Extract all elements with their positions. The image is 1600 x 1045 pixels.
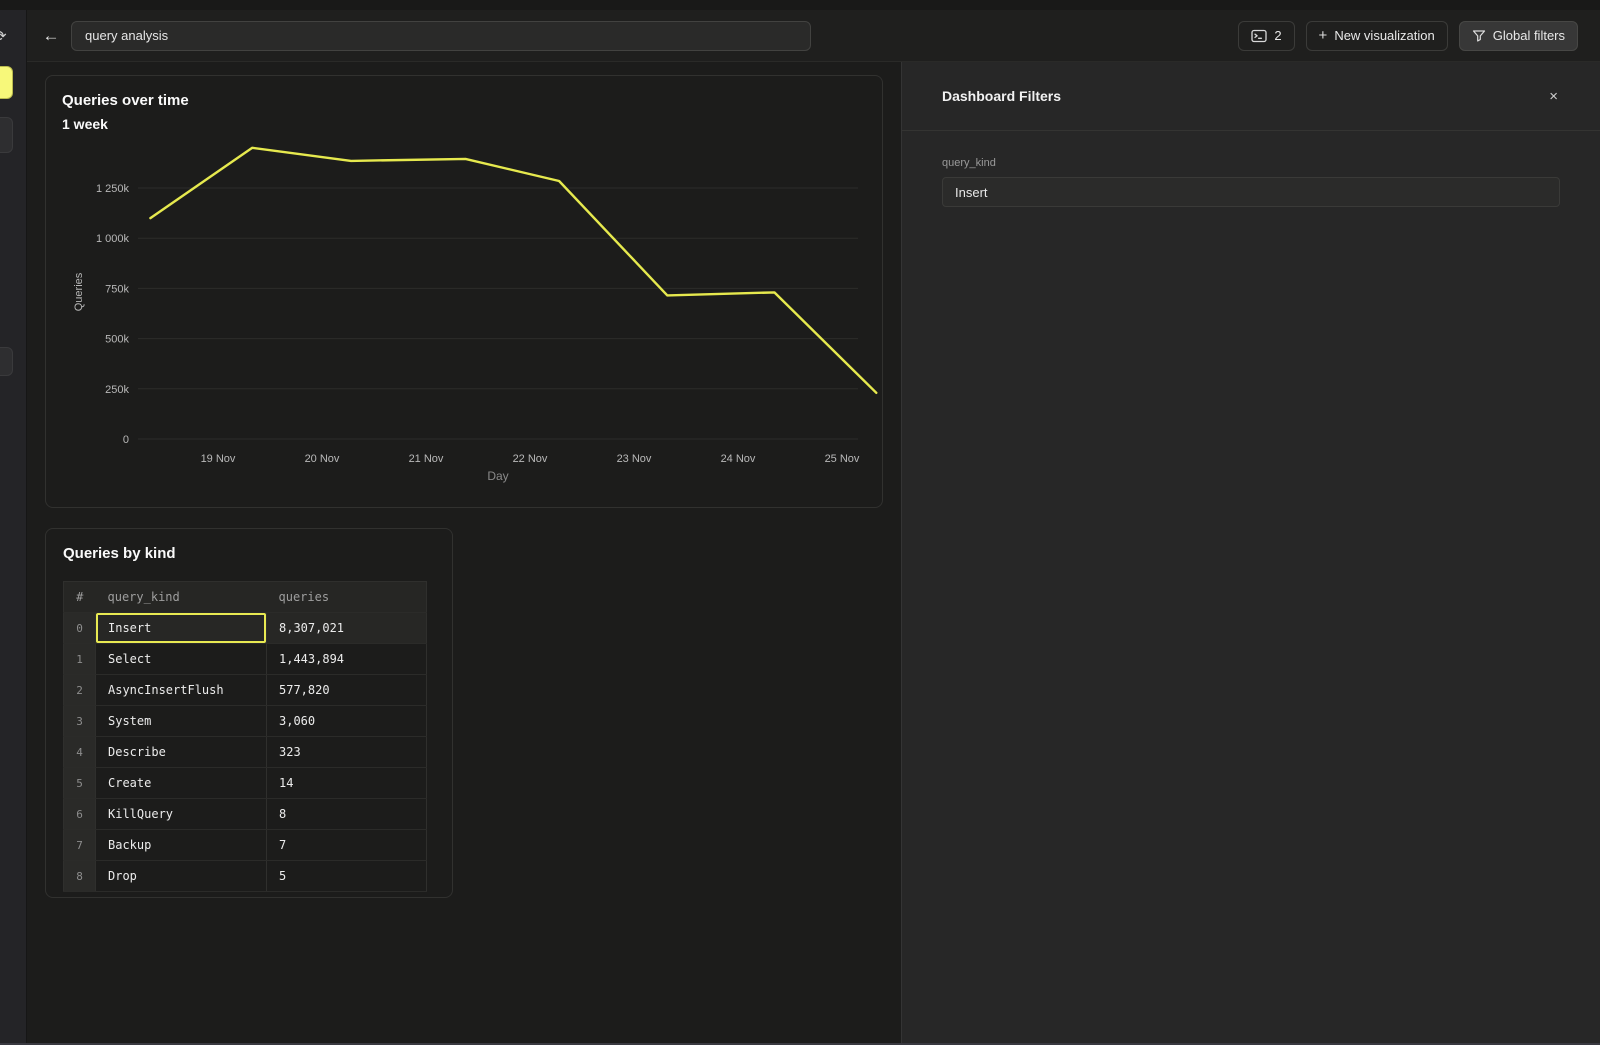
close-icon: × [1549,88,1558,105]
query-kind-cell[interactable]: Backup [96,830,267,861]
row-index-cell[interactable]: 7 [64,830,96,861]
new-visualization-label: New visualization [1334,28,1434,43]
row-index-cell[interactable]: 3 [64,706,96,737]
rail-header: ⟳ [0,10,26,62]
query-kind-filter-label: query_kind [942,157,1560,169]
sql-console-button[interactable]: 2 [1238,21,1294,51]
query-kind-filter-input[interactable] [942,177,1560,207]
global-filters-label: Global filters [1493,28,1565,43]
x-axis-tick-label: 19 Nov [201,453,236,465]
row-index-cell[interactable]: 2 [64,675,96,706]
queries-value-cell[interactable]: 8 [267,799,427,830]
dashboard-title-input[interactable] [71,21,811,51]
new-visualization-button[interactable]: + New visualization [1306,21,1448,51]
x-axis-tick-label: 23 Nov [617,453,652,465]
table-row[interactable]: 5Create14 [64,768,427,799]
queries-by-kind-card: Queries by kind # query_kind queries 0In… [45,528,453,898]
filters-panel-header: Dashboard Filters × [902,62,1600,131]
table-row[interactable]: 3System3,060 [64,706,427,737]
table-row[interactable]: 8Drop5 [64,861,427,892]
query-kind-cell[interactable]: Insert [96,613,267,644]
column-header-queries[interactable]: queries [267,582,427,613]
queries-value-cell[interactable]: 1,443,894 [267,644,427,675]
global-filters-button[interactable]: Global filters [1459,21,1578,51]
y-axis-tick-label: 250k [105,384,129,396]
row-index-cell[interactable]: 1 [64,644,96,675]
filters-panel-title: Dashboard Filters [942,88,1061,104]
x-axis-tick-label: 21 Nov [409,453,444,465]
y-axis-title: Queries [73,272,85,311]
query-kind-cell[interactable]: Create [96,768,267,799]
y-axis-tick-label: 1 250k [96,183,130,195]
x-axis-tick-label: 24 Nov [721,453,756,465]
window-top-strip [0,0,1600,10]
rail-thumbnail[interactable] [0,117,13,153]
dashboard-filters-panel: Dashboard Filters × query_kind [901,62,1600,1043]
queries-value-cell[interactable]: 5 [267,861,427,892]
query-kind-filter-group: query_kind [902,131,1600,207]
table-row[interactable]: 7Backup7 [64,830,427,861]
back-button[interactable]: ← [39,24,63,48]
x-axis-tick-label: 22 Nov [513,453,548,465]
query-kind-cell[interactable]: AsyncInsertFlush [96,675,267,706]
chart-title: Queries over time [62,92,189,109]
chart-subtitle: 1 week [62,116,189,132]
table-header-row: # query_kind queries [64,582,427,613]
chart-card-titles: Queries over time 1 week [62,92,189,132]
query-kind-cell[interactable]: KillQuery [96,799,267,830]
table-row[interactable]: 0Insert8,307,021 [64,613,427,644]
row-index-cell[interactable]: 8 [64,861,96,892]
queries-series-line[interactable] [150,148,876,393]
y-axis-tick-label: 500k [105,334,129,346]
queries-by-kind-table: # query_kind queries 0Insert8,307,0211Se… [63,581,427,892]
plus-icon: + [1319,28,1328,43]
queries-value-cell[interactable]: 7 [267,830,427,861]
query-kind-cell[interactable]: Describe [96,737,267,768]
x-axis-tick-label: 20 Nov [305,453,340,465]
queries-over-time-card: Queries over time 1 week 0 250k 500k 750k 1 … [45,75,883,508]
x-axis-tick-label: 25 Nov [825,453,860,465]
funnel-icon [1472,29,1486,43]
rail-thumbnail-active[interactable] [0,66,13,99]
table-row[interactable]: 4Describe323 [64,737,427,768]
row-index-cell[interactable]: 6 [64,799,96,830]
arrow-left-icon: ← [43,26,60,46]
column-header-query-kind[interactable]: query_kind [96,582,267,613]
y-axis-tick-label: 0 [123,434,129,446]
query-kind-cell[interactable]: Select [96,644,267,675]
table-row[interactable]: 1Select1,443,894 [64,644,427,675]
column-header-index[interactable]: # [64,582,96,613]
queries-value-cell[interactable]: 14 [267,768,427,799]
top-bar: ← 2 + New visualization [27,10,1600,62]
queries-value-cell[interactable]: 3,060 [267,706,427,737]
queries-value-cell[interactable]: 577,820 [267,675,427,706]
row-index-cell[interactable]: 0 [64,613,96,644]
close-panel-button[interactable]: × [1547,87,1560,106]
left-rail: ⟳ [0,10,27,1043]
rail-thumbnail[interactable] [0,347,13,376]
table-row[interactable]: 2AsyncInsertFlush577,820 [64,675,427,706]
query-kind-cell[interactable]: System [96,706,267,737]
row-index-cell[interactable]: 5 [64,768,96,799]
console-window-icon [1251,29,1267,43]
row-index-cell[interactable]: 4 [64,737,96,768]
x-axis-title: Day [487,469,508,483]
dashboard-canvas: Queries over time 1 week 0 250k 500k 750k 1 … [27,62,901,1043]
console-count-badge: 2 [1274,28,1281,43]
refresh-icon[interactable]: ⟳ [0,27,7,45]
queries-line-chart[interactable]: 0 250k 500k 750k 1 000k 1 250k Queries 19 Nov 20… [46,76,884,509]
queries-value-cell[interactable]: 323 [267,737,427,768]
table-title: Queries by kind [63,545,452,562]
y-axis-tick-label: 750k [105,283,129,295]
query-kind-cell[interactable]: Drop [96,861,267,892]
table-row[interactable]: 6KillQuery8 [64,799,427,830]
queries-value-cell[interactable]: 8,307,021 [267,613,427,644]
y-axis-tick-label: 1 000k [96,233,130,245]
